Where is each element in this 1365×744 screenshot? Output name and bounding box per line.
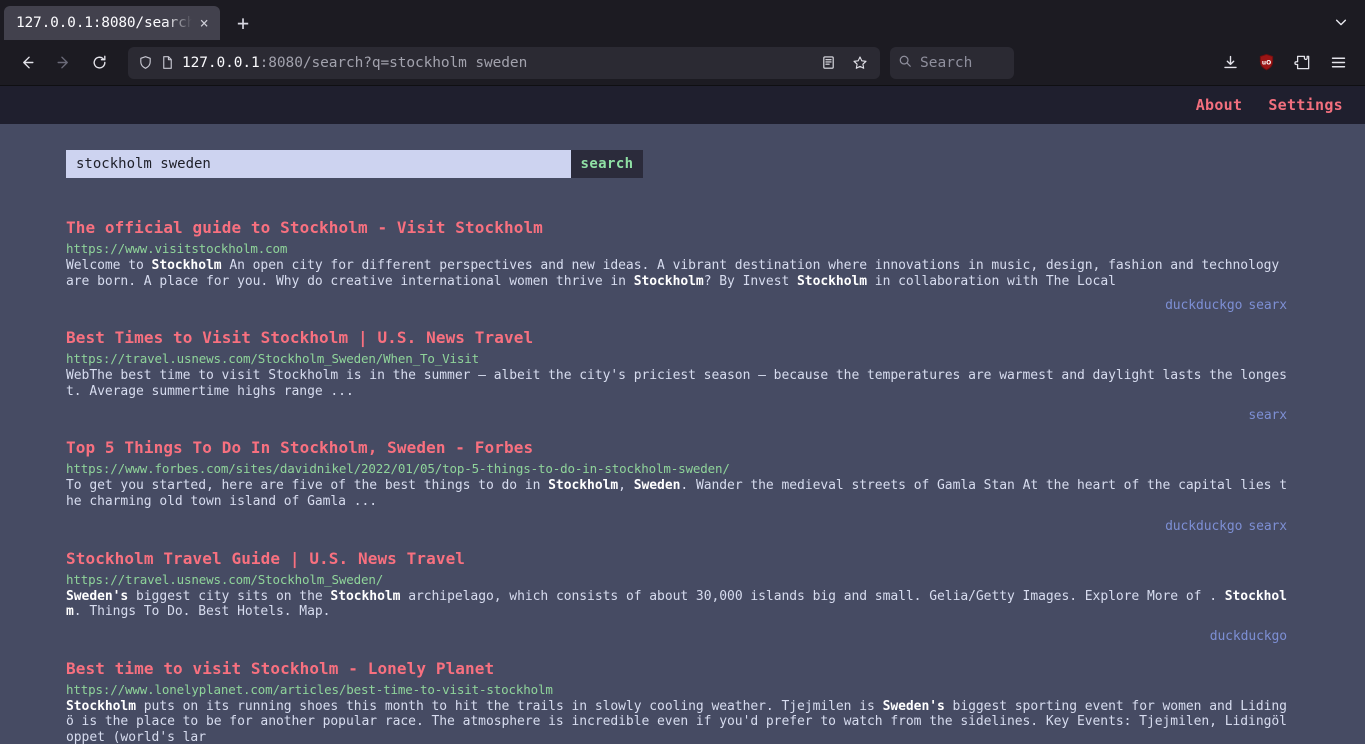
engine-tag: searx [1248, 408, 1287, 424]
svg-text:uO: uO [1261, 59, 1270, 66]
tab-strip: 127.0.0.1:8080/search × + [0, 0, 1365, 40]
search-icon [898, 54, 912, 72]
ublock-origin-icon[interactable]: uO [1249, 47, 1283, 79]
about-link[interactable]: About [1196, 96, 1243, 114]
result-title-link[interactable]: Top 5 Things To Do In Stockholm, Sweden … [66, 438, 533, 458]
reader-view-icon[interactable] [814, 49, 842, 77]
url-path: :8080/search?q=stockholm sweden [259, 54, 528, 71]
result-engines: duckduckgo searx [66, 298, 1293, 313]
search-result: Best Times to Visit Stockholm | U.S. New… [0, 328, 1365, 423]
search-result: Top 5 Things To Do In Stockholm, Sweden … [0, 438, 1365, 533]
browser-search-placeholder: Search [920, 54, 973, 71]
result-url[interactable]: https://travel.usnews.com/Stockholm_Swed… [66, 351, 1293, 367]
page-info-icon[interactable] [160, 55, 175, 70]
result-snippet: WebThe best time to visit Stockholm is i… [66, 368, 1287, 399]
engine-tag: duckduckgo [1165, 298, 1243, 314]
result-url[interactable]: https://travel.usnews.com/Stockholm_Swed… [66, 572, 1293, 588]
downloads-icon[interactable] [1213, 47, 1247, 79]
engine-tag: duckduckgo [1209, 628, 1287, 644]
search-result: Stockholm Travel Guide | U.S. News Trave… [0, 549, 1365, 644]
browser-tab[interactable]: 127.0.0.1:8080/search × [4, 6, 220, 40]
result-url[interactable]: https://www.lonelyplanet.com/articles/be… [66, 682, 1293, 698]
toolbar-right-actions: uO [1213, 47, 1355, 79]
result-engines: duckduckgo searx [66, 519, 1293, 534]
bookmark-star-icon[interactable] [846, 49, 874, 77]
extensions-icon[interactable] [1285, 47, 1319, 79]
site-header: About Settings [0, 86, 1365, 124]
search-result: Best time to visit Stockholm - Lonely Pl… [0, 659, 1365, 744]
result-title-link[interactable]: Best Times to Visit Stockholm | U.S. New… [66, 328, 533, 348]
reload-icon[interactable] [82, 47, 116, 79]
result-engines: duckduckgo [66, 629, 1293, 644]
result-url[interactable]: https://www.visitstockholm.com [66, 241, 1293, 257]
url-host: 127.0.0.1 [182, 54, 260, 71]
site-search-form: search [66, 150, 643, 178]
search-button[interactable]: search [571, 150, 643, 178]
engine-tag: searx [1248, 518, 1287, 534]
browser-chrome: 127.0.0.1:8080/search × + 127.0.0.1:8080… [0, 0, 1365, 86]
result-snippet: Sweden's biggest city sits on the Stockh… [66, 588, 1287, 620]
close-icon[interactable]: × [194, 13, 214, 33]
result-snippet: Welcome to Stockholm An open city for di… [66, 258, 1280, 289]
result-title-link[interactable]: Stockholm Travel Guide | U.S. News Trave… [66, 549, 465, 569]
result-url[interactable]: https://www.forbes.com/sites/davidnikel/… [66, 461, 1293, 477]
search-results-list: The official guide to Stockholm - Visit … [0, 218, 1365, 744]
page-content: search The official guide to Stockholm -… [0, 124, 1365, 744]
forward-arrow-icon[interactable] [46, 47, 80, 79]
engine-tag: searx [1248, 298, 1287, 314]
chevron-down-icon[interactable] [1329, 10, 1353, 34]
navigation-toolbar: 127.0.0.1:8080/search?q=stockholm sweden… [0, 40, 1365, 86]
new-tab-button[interactable]: + [226, 6, 260, 40]
address-bar-text: 127.0.0.1:8080/search?q=stockholm sweden [182, 55, 807, 71]
hamburger-menu-icon[interactable] [1321, 47, 1355, 79]
search-input[interactable] [66, 150, 571, 178]
browser-tab-title: 127.0.0.1:8080/search [16, 15, 192, 31]
address-bar[interactable]: 127.0.0.1:8080/search?q=stockholm sweden [128, 46, 880, 79]
result-title-link[interactable]: Best time to visit Stockholm - Lonely Pl… [66, 659, 494, 679]
search-result: The official guide to Stockholm - Visit … [0, 218, 1365, 313]
result-title-link[interactable]: The official guide to Stockholm - Visit … [66, 218, 543, 238]
shield-icon[interactable] [138, 55, 153, 70]
result-snippet: To get you started, here are five of the… [66, 478, 1287, 509]
address-bar-actions [814, 49, 874, 77]
settings-link[interactable]: Settings [1268, 96, 1343, 114]
back-arrow-icon[interactable] [10, 47, 44, 79]
engine-tag: duckduckgo [1165, 518, 1243, 534]
browser-search-bar[interactable]: Search [890, 46, 1014, 79]
result-snippet: Stockholm puts on its running shoes this… [66, 698, 1287, 744]
result-engines: searx [66, 408, 1293, 423]
